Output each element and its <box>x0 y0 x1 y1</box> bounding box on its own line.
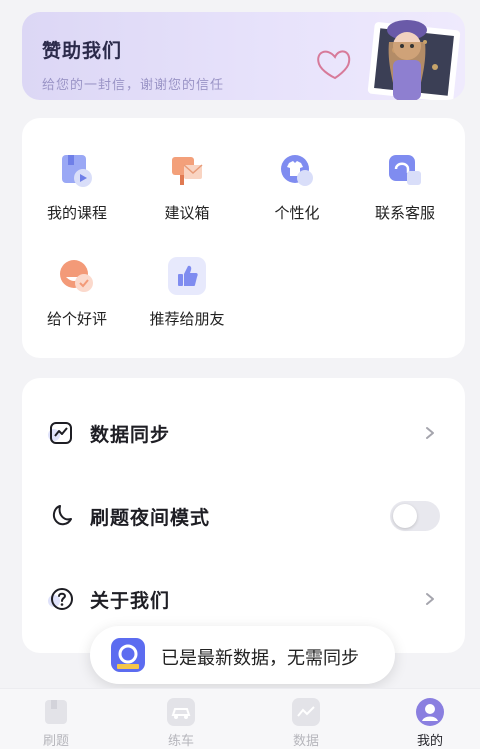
tab-label: 练车 <box>167 734 194 749</box>
toggle-knob <box>393 504 417 528</box>
grid-label: 建议箱 <box>164 204 210 222</box>
data-sync-icon <box>48 420 74 446</box>
grid-item-customer-service[interactable]: 联系客服 <box>355 148 455 223</box>
moon-icon <box>48 503 74 529</box>
banner-illustration <box>317 20 461 100</box>
course-icon <box>55 148 99 192</box>
grid-item-rate-us[interactable]: 给个好评 <box>27 254 127 329</box>
about-us-row[interactable]: 关于我们 <box>22 574 465 624</box>
rating-icon <box>55 254 99 298</box>
customer-service-icon <box>383 148 427 192</box>
feature-grid-card: 我的课程 建议箱 个性化 联系客服 给个好评 推荐给朋友 <box>22 118 465 358</box>
car-icon <box>166 697 196 727</box>
grid-item-my-course[interactable]: 我的课程 <box>27 148 127 223</box>
tab-driving[interactable]: 练车 <box>141 689 221 749</box>
night-mode-toggle[interactable] <box>390 501 440 531</box>
data-sync-row[interactable]: 数据同步 <box>22 408 465 458</box>
grid-item-suggestion-box[interactable]: 建议箱 <box>137 148 237 223</box>
toast-message: 已是最新数据，无需同步 <box>161 648 359 669</box>
thumbs-up-icon <box>165 254 209 298</box>
bottom-tab-bar: 刷题 练车 数据 我的 <box>0 688 480 749</box>
sponsor-banner[interactable]: 赞助我们 给您的一封信，谢谢您的信任 <box>22 12 465 100</box>
tab-practice[interactable]: 刷题 <box>16 689 96 749</box>
book-icon <box>41 697 71 727</box>
help-circle-icon <box>48 586 74 612</box>
data-sync-label: 数据同步 <box>90 423 171 446</box>
chevron-right-icon <box>426 427 434 439</box>
grid-label: 我的课程 <box>46 204 107 222</box>
banner-title: 赞助我们 <box>42 40 123 62</box>
tab-mine[interactable]: 我的 <box>390 689 470 749</box>
grid-label: 个性化 <box>274 204 320 222</box>
tab-data[interactable]: 数据 <box>266 689 346 749</box>
tab-label: 我的 <box>416 734 443 749</box>
tab-label: 数据 <box>292 734 319 749</box>
grid-label: 推荐给朋友 <box>149 310 225 328</box>
settings-card: 数据同步 刷题夜间模式 关于我们 <box>22 378 465 653</box>
grid-item-recommend[interactable]: 推荐给朋友 <box>137 254 237 329</box>
grid-item-personalize[interactable]: 个性化 <box>247 148 347 223</box>
suggestion-box-icon <box>165 148 209 192</box>
tab-label: 刷题 <box>42 734 69 749</box>
chart-icon <box>291 697 321 727</box>
about-us-label: 关于我们 <box>90 589 171 612</box>
app-logo-icon <box>111 638 145 672</box>
grid-label: 联系客服 <box>374 204 435 222</box>
personalize-shirt-icon <box>275 148 319 192</box>
night-mode-label: 刷题夜间模式 <box>90 506 211 529</box>
profile-icon <box>415 697 445 727</box>
chevron-right-icon <box>426 593 434 605</box>
banner-subtitle: 给您的一封信，谢谢您的信任 <box>42 78 225 93</box>
sync-toast: 已是最新数据，无需同步 <box>90 626 395 684</box>
night-mode-row: 刷题夜间模式 <box>22 491 465 541</box>
grid-label: 给个好评 <box>46 310 107 328</box>
